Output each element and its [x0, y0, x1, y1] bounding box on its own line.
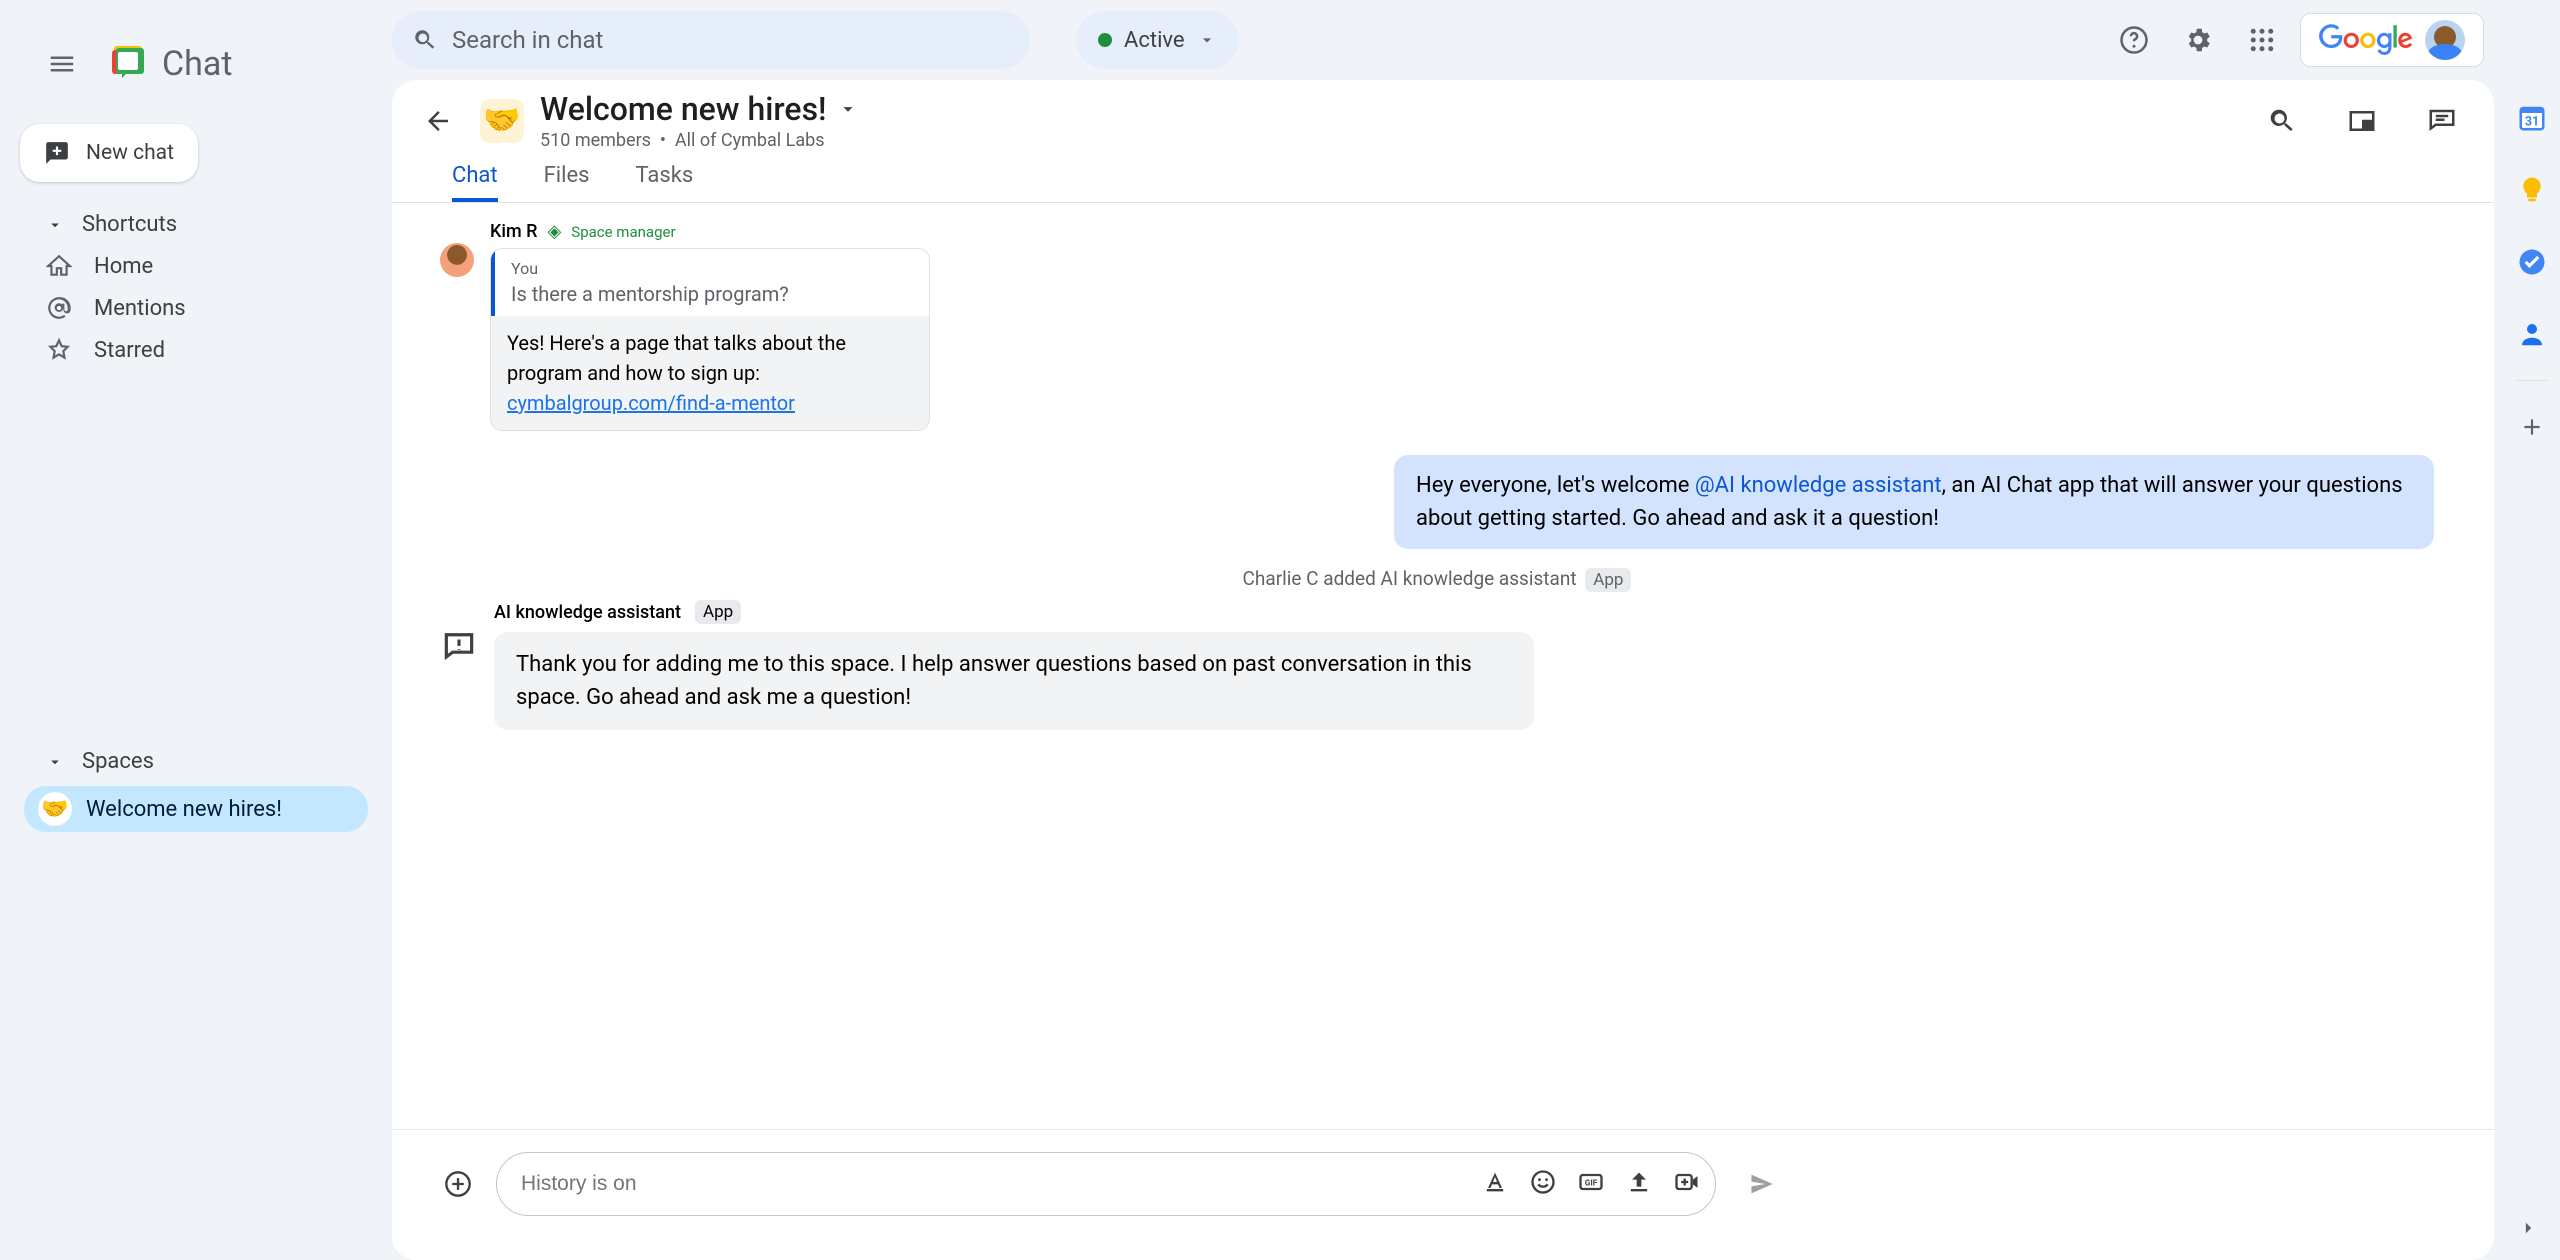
compose-field[interactable]: GIF: [496, 1152, 1716, 1216]
emoji-button[interactable]: [1529, 1168, 1557, 1200]
chat-logo[interactable]: Chat: [108, 44, 232, 84]
space-title-button[interactable]: Welcome new hires!: [540, 90, 859, 128]
user-avatar[interactable]: [2425, 20, 2465, 60]
left-sidebar: Chat New chat Shortcuts Home Mentions St…: [0, 0, 392, 1260]
svg-text:31: 31: [2525, 115, 2539, 130]
side-panel-rail: 31: [2504, 0, 2560, 1260]
search-input[interactable]: Search in chat: [392, 11, 1030, 69]
message-outgoing[interactable]: Hey everyone, let's welcome @AI knowledg…: [1394, 455, 2434, 549]
app-name: Chat: [162, 44, 232, 84]
quoted-reply-card[interactable]: You Is there a mentorship program? Yes! …: [490, 248, 930, 431]
chevron-down-icon: [837, 98, 859, 120]
reply-body: Yes! Here's a page that talks about the …: [491, 316, 929, 430]
calendar-app-button[interactable]: 31: [2514, 100, 2550, 136]
add-attachment-button[interactable]: [440, 1166, 476, 1202]
top-bar: Search in chat Active: [392, 0, 2504, 80]
tasks-app-button[interactable]: [2514, 244, 2550, 280]
message-input[interactable]: [521, 1172, 1471, 1196]
author-name: AI knowledge assistant: [494, 602, 681, 623]
home-icon: [46, 253, 72, 279]
divider: [2517, 380, 2547, 381]
space-subtitle: 510 members • All of Cymbal Labs: [540, 130, 859, 151]
side-panel-toggle[interactable]: [2510, 1210, 2546, 1246]
gif-button[interactable]: GIF: [1577, 1168, 1605, 1200]
toggle-panel-button[interactable]: [2336, 95, 2388, 147]
main-area: Search in chat Active 🤝: [392, 0, 2504, 1260]
ai-message-body[interactable]: Thank you for adding me to this space. I…: [494, 632, 1534, 730]
help-button[interactable]: [2108, 14, 2160, 66]
shortcut-mentions[interactable]: Mentions: [0, 287, 392, 329]
compose-area: GIF: [392, 1129, 2494, 1260]
shortcuts-header[interactable]: Shortcuts: [0, 204, 392, 245]
video-meet-button[interactable]: [1673, 1168, 1701, 1200]
shortcut-starred[interactable]: Starred: [0, 329, 392, 371]
system-message: Charlie C added AI knowledge assistant A…: [440, 567, 2434, 590]
app-badge: App: [1585, 568, 1631, 592]
main-menu-button[interactable]: [36, 38, 88, 90]
back-button[interactable]: [412, 95, 464, 147]
at-icon: [46, 295, 72, 321]
mentor-link[interactable]: cymbalgroup.com/find-a-mentor: [507, 391, 795, 415]
contacts-app-button[interactable]: [2514, 316, 2550, 352]
upload-file-button[interactable]: [1625, 1168, 1653, 1200]
quoted-author: You: [511, 259, 913, 278]
diamond-icon: ◈: [547, 221, 561, 242]
author-name: Kim R: [490, 221, 537, 242]
keep-app-button[interactable]: [2514, 172, 2550, 208]
search-placeholder: Search in chat: [452, 26, 603, 54]
status-dot-icon: [1098, 33, 1112, 47]
avatar-ai-assistant[interactable]: [440, 630, 478, 668]
google-account[interactable]: [2300, 13, 2484, 67]
settings-button[interactable]: [2172, 14, 2224, 66]
app-badge: App: [695, 600, 741, 624]
new-chat-button[interactable]: New chat: [20, 124, 198, 182]
message-list: Kim R ◈ Space manager You Is there a men…: [392, 203, 2494, 1129]
status-selector[interactable]: Active: [1076, 11, 1239, 69]
shortcut-home[interactable]: Home: [0, 245, 392, 287]
format-text-button[interactable]: [1481, 1168, 1509, 1200]
search-icon: [412, 27, 438, 53]
star-icon: [46, 337, 72, 363]
google-logo-icon: [2319, 24, 2413, 56]
svg-text:GIF: GIF: [1585, 1178, 1598, 1188]
quoted-text: Is there a mentorship program?: [511, 282, 913, 306]
space-avatar: 🤝: [480, 99, 524, 143]
get-addons-button[interactable]: [2514, 409, 2550, 445]
avatar-kim[interactable]: [440, 243, 474, 277]
space-content: 🤝 Welcome new hires! 510 members • All o…: [392, 80, 2494, 1260]
message-ai-assistant: AI knowledge assistant App Thank you for…: [440, 600, 2434, 730]
tab-chat[interactable]: Chat: [452, 163, 498, 202]
chevron-down-icon: [1197, 30, 1217, 50]
spaces-header[interactable]: Spaces: [0, 741, 392, 782]
tab-files[interactable]: Files: [544, 163, 590, 202]
caret-down-icon: [46, 216, 64, 234]
tab-tasks[interactable]: Tasks: [636, 163, 694, 202]
caret-down-icon: [46, 753, 64, 771]
thread-panel-button[interactable]: [2416, 95, 2468, 147]
mention-ai-assistant[interactable]: @AI knowledge assistant: [1695, 473, 1942, 498]
message-kim: Kim R ◈ Space manager You Is there a men…: [440, 221, 2434, 431]
role-badge: Space manager: [571, 223, 675, 241]
new-chat-icon: [44, 140, 70, 166]
space-tabs: Chat Files Tasks: [392, 151, 2494, 203]
space-item-welcome-new-hires[interactable]: 🤝 Welcome new hires!: [24, 786, 368, 832]
apps-button[interactable]: [2236, 14, 2288, 66]
handshake-icon: 🤝: [38, 792, 72, 826]
send-button[interactable]: [1736, 1158, 1788, 1210]
search-in-space-button[interactable]: [2256, 95, 2308, 147]
